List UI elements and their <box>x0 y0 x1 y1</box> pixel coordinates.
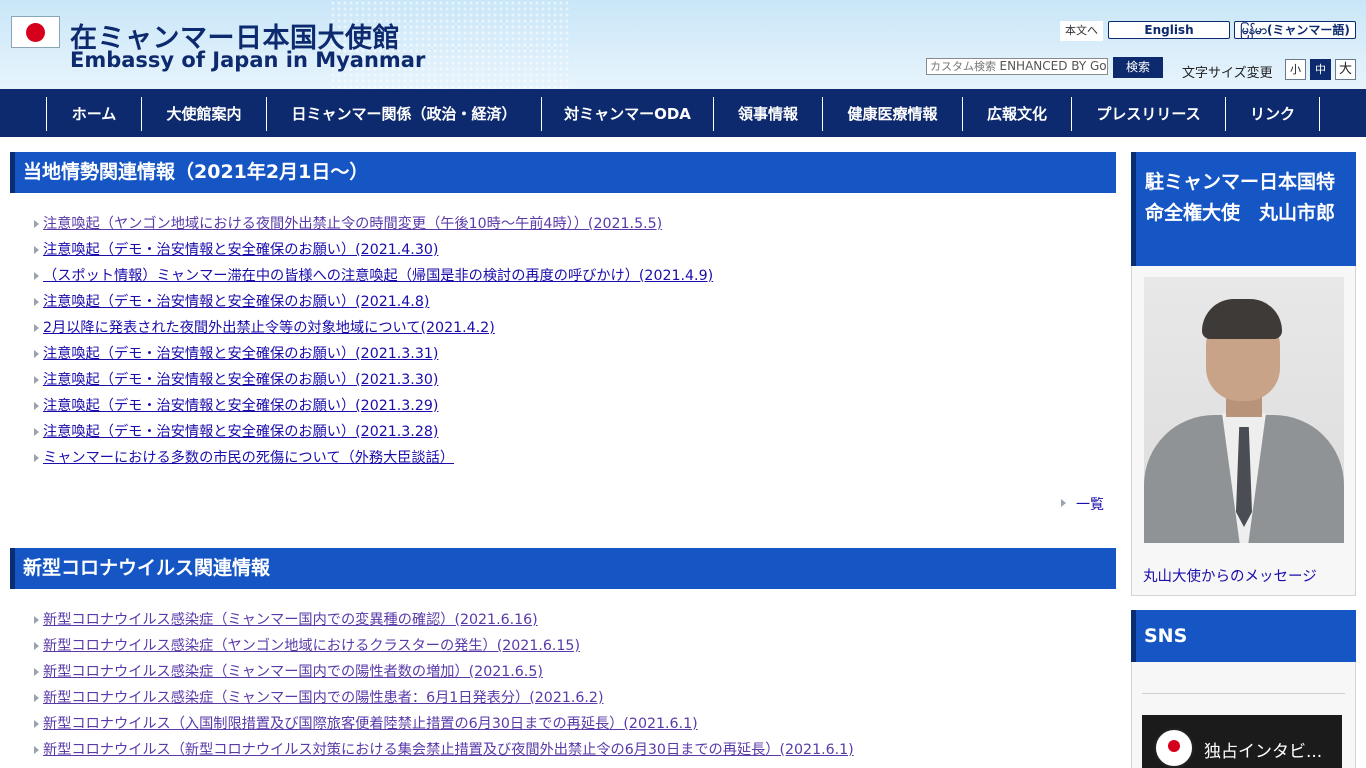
nav-item-home[interactable]: ホーム <box>46 97 141 131</box>
channel-logo-icon <box>1154 728 1194 768</box>
news-link[interactable]: 注意喚起（デモ・治安情報と安全確保のお願い）(2021.3.31) <box>43 346 438 362</box>
youtube-video-embed[interactable]: 独占インタビ... <box>1142 715 1342 768</box>
nav-item-oda[interactable]: 対ミャンマーODA <box>541 97 713 131</box>
news-link[interactable]: 新型コロナウイルス感染症（ミャンマー国内での陽性者数の増加）(2021.6.5) <box>43 664 543 680</box>
list-item: 新型コロナウイルス（新型コロナウイルス対策における集会禁止措置及び夜間外出禁止令… <box>34 737 854 763</box>
video-title: 独占インタビ... <box>1204 742 1323 762</box>
list-item: 新型コロナウイルス感染症（ミャンマー国内での変異種の確認）(2021.6.16) <box>34 607 854 633</box>
search-input[interactable]: カスタム検索 ENHANCED BY Google <box>926 58 1108 75</box>
nav-item-relations[interactable]: 日ミャンマー関係（政治・経済） <box>266 97 541 131</box>
global-nav: ホーム 大使館案内 日ミャンマー関係（政治・経済） 対ミャンマーODA 領事情報… <box>0 89 1366 137</box>
list-item: 新型コロナウイルス（入国制限措置及び国際旅客便着陸禁止措置の6月30日までの再延… <box>34 711 854 737</box>
situation-more-link[interactable]: 一覧 <box>1061 494 1104 514</box>
news-link[interactable]: 新型コロナウイルス（新型コロナウイルス対策における集会禁止措置及び夜間外出禁止令… <box>43 742 854 758</box>
nav-item-embassy[interactable]: 大使館案内 <box>141 97 266 131</box>
list-item: 注意喚起（デモ・治安情報と安全確保のお願い）(2021.3.29) <box>34 393 713 419</box>
situation-section-heading: 当地情勢関連情報（2021年2月1日〜） <box>10 152 1116 193</box>
font-size-label: 文字サイズ変更 <box>1182 66 1273 81</box>
list-item: 注意喚起（デモ・治安情報と安全確保のお願い）(2021.3.30) <box>34 367 713 393</box>
news-link[interactable]: ミャンマーにおける多数の市民の死傷について（外務大臣談話） <box>43 450 454 466</box>
font-size-medium-button[interactable]: 中 <box>1310 59 1331 80</box>
skip-to-content-link[interactable]: 本文へ <box>1060 21 1103 41</box>
news-link[interactable]: 新型コロナウイルス感染症（ヤンゴン地域におけるクラスターの発生）(2021.6.… <box>43 638 580 654</box>
news-link[interactable]: 注意喚起（デモ・治安情報と安全確保のお願い）(2021.4.8) <box>43 294 429 310</box>
list-item: ミャンマーにおける多数の市民の死傷について（外務大臣談話） <box>34 445 713 471</box>
news-link[interactable]: （スポット情報）ミャンマー滞在中の皆様への注意喚起（帰国是非の検討の再度の呼びか… <box>43 268 713 284</box>
covid-section-heading: 新型コロナウイルス関連情報 <box>10 548 1116 589</box>
divider <box>1142 693 1345 694</box>
google-search-brand: ENHANCED BY Google <box>999 59 1108 73</box>
ambassador-heading: 駐ミャンマー日本国特命全権大使 丸山市郎 <box>1131 152 1356 266</box>
ambassador-portrait[interactable] <box>1144 277 1344 543</box>
news-link[interactable]: 注意喚起（デモ・治安情報と安全確保のお願い）(2021.4.30) <box>43 242 438 258</box>
news-link[interactable]: 注意喚起（デモ・治安情報と安全確保のお願い）(2021.3.30) <box>43 372 438 388</box>
site-header: 在ミャンマー日本国大使館 Embassy of Japan in Myanmar… <box>0 0 1366 89</box>
nav-item-culture[interactable]: 広報文化 <box>962 97 1071 131</box>
list-item: 注意喚起（デモ・治安情報と安全確保のお願い）(2021.3.31) <box>34 341 713 367</box>
news-link[interactable]: 注意喚起（デモ・治安情報と安全確保のお願い）(2021.3.28) <box>43 424 438 440</box>
list-item: 新型コロナウイルス感染症（ミャンマー国内での陽性患者：6月1日発表分）(2021… <box>34 685 854 711</box>
list-item: 注意喚起（ヤンゴン地域における夜間外出禁止令の時間変更（午後10時〜午前4時））… <box>34 211 713 237</box>
site-title-en[interactable]: Embassy of Japan in Myanmar <box>70 48 425 72</box>
ambassador-message-link[interactable]: 丸山大使からのメッセージ <box>1143 565 1317 586</box>
nav-item-press[interactable]: プレスリリース <box>1071 97 1225 131</box>
nav-item-health[interactable]: 健康医療情報 <box>822 97 962 131</box>
list-item: 新型コロナウイルス感染症（ミャンマー国内での陽性者数の増加）(2021.6.5) <box>34 659 854 685</box>
search-button[interactable]: 検索 <box>1113 57 1163 78</box>
news-link[interactable]: 注意喚起（デモ・治安情報と安全確保のお願い）(2021.3.29) <box>43 398 438 414</box>
situation-news-list: 注意喚起（ヤンゴン地域における夜間外出禁止令の時間変更（午後10時〜午前4時））… <box>34 211 713 471</box>
list-item: 注意喚起（デモ・治安情報と安全確保のお願い）(2021.4.8) <box>34 289 713 315</box>
sns-heading: SNS <box>1131 610 1356 662</box>
news-link[interactable]: 注意喚起（ヤンゴン地域における夜間外出禁止令の時間変更（午後10時〜午前4時））… <box>43 216 662 232</box>
font-size-small-button[interactable]: 小 <box>1285 59 1306 80</box>
news-link[interactable]: 新型コロナウイルス感染症（ミャンマー国内での陽性患者：6月1日発表分）(2021… <box>43 690 604 706</box>
nav-item-links[interactable]: リンク <box>1225 97 1320 131</box>
list-item: 注意喚起（デモ・治安情報と安全確保のお願い）(2021.4.30) <box>34 237 713 263</box>
list-item: 2月以降に発表された夜間外出禁止令等の対象地域について(2021.4.2) <box>34 315 713 341</box>
list-item: 注意喚起（デモ・治安情報と安全確保のお願い）(2021.3.28) <box>34 419 713 445</box>
covid-news-list: 新型コロナウイルス感染症（ミャンマー国内での変異種の確認）(2021.6.16)… <box>34 607 854 763</box>
nav-item-consular[interactable]: 領事情報 <box>713 97 822 131</box>
news-link[interactable]: 新型コロナウイルス感染症（ミャンマー国内での変異種の確認）(2021.6.16) <box>43 612 538 628</box>
english-language-button[interactable]: English <box>1108 21 1230 39</box>
list-item: 新型コロナウイルス感染症（ヤンゴン地域におけるクラスターの発生）(2021.6.… <box>34 633 854 659</box>
news-link[interactable]: 新型コロナウイルス（入国制限措置及び国際旅客便着陸禁止措置の6月30日までの再延… <box>43 716 698 732</box>
news-link[interactable]: 2月以降に発表された夜間外出禁止令等の対象地域について(2021.4.2) <box>43 320 495 336</box>
font-size-large-button[interactable]: 大 <box>1335 59 1356 80</box>
list-item: （スポット情報）ミャンマー滞在中の皆様への注意喚起（帰国是非の検討の再度の呼びか… <box>34 263 713 289</box>
search-placeholder: カスタム検索 <box>930 60 996 73</box>
japan-flag-icon <box>11 16 60 48</box>
myanmar-language-button[interactable]: မြန်မာ(ミャンマー語) <box>1234 21 1356 39</box>
